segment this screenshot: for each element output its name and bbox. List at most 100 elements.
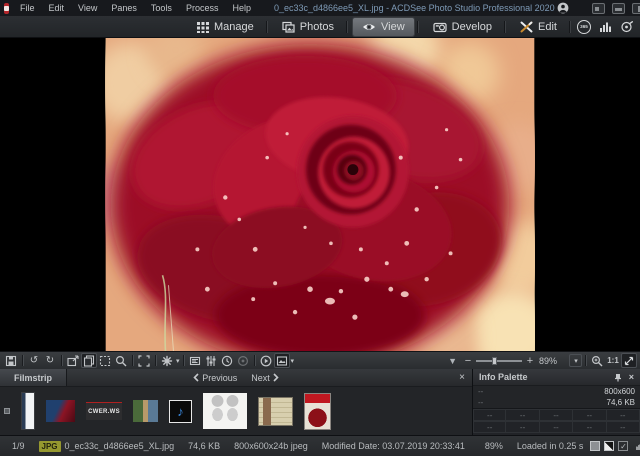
- copy-button[interactable]: [81, 353, 97, 368]
- info-cell[interactable]: --: [473, 421, 506, 433]
- fit-image-button[interactable]: [621, 353, 637, 368]
- properties-button[interactable]: [187, 353, 203, 368]
- next-button[interactable]: Next: [247, 373, 283, 383]
- chevron-right-icon: [273, 373, 279, 382]
- tab-develop[interactable]: Develop: [424, 18, 501, 36]
- pane-layout-bottom-button[interactable]: [612, 3, 625, 14]
- thumbnail-magazine[interactable]: [304, 393, 331, 430]
- previous-label: Previous: [202, 373, 237, 383]
- menu-edit[interactable]: Edit: [42, 0, 72, 16]
- thumbnail-handshake[interactable]: [203, 393, 247, 429]
- auto-advance-button[interactable]: [219, 353, 235, 368]
- effects-dropdown-caret[interactable]: ▾: [176, 357, 180, 365]
- external-editor-button[interactable]: [65, 353, 81, 368]
- slideshow-play-button[interactable]: [258, 353, 274, 368]
- thumbnail-screenshot[interactable]: [21, 392, 35, 430]
- info-palette-title: Info Palette: [479, 372, 528, 382]
- save-as-button[interactable]: [3, 353, 19, 368]
- thumbnail-rose-selected[interactable]: [4, 408, 10, 414]
- zoom-menu-button[interactable]: ▾: [569, 354, 582, 367]
- acdsee-365-button[interactable]: 365: [577, 20, 591, 34]
- info-dimensions-value: 800x600: [604, 387, 635, 396]
- zoom-out-button[interactable]: −: [463, 355, 473, 367]
- info-cell[interactable]: --: [573, 421, 606, 433]
- solid-background-toggle-icon[interactable]: [590, 441, 600, 451]
- thumbnail-music-note[interactable]: ♪: [169, 400, 192, 423]
- tab-view[interactable]: View: [353, 18, 414, 36]
- info-cell[interactable]: --: [607, 409, 640, 421]
- info-cell[interactable]: --: [540, 421, 573, 433]
- menu-tools[interactable]: Tools: [144, 0, 179, 16]
- marquee-select-button[interactable]: [97, 353, 113, 368]
- tab-manage[interactable]: Manage: [188, 18, 263, 36]
- pane-layout-right-button[interactable]: [632, 3, 640, 14]
- thumbnail-id-card[interactable]: [258, 397, 293, 426]
- account-icon[interactable]: [555, 2, 571, 14]
- dashboard-button[interactable]: [599, 21, 612, 33]
- zoom-in-button[interactable]: +: [525, 355, 535, 367]
- copy-pages-icon: [83, 355, 95, 367]
- zoom-tool-button[interactable]: [113, 353, 129, 368]
- filmstrip-thumbnails: CWER.WS ♪: [0, 387, 472, 435]
- rotate-left-button[interactable]: ↺: [26, 353, 42, 368]
- contrast-background-toggle-icon[interactable]: [604, 441, 614, 451]
- status-load-time: Loaded in 0.25 s: [510, 441, 591, 451]
- zoom-slider-handle[interactable]: [492, 357, 497, 365]
- menu-process[interactable]: Process: [179, 0, 226, 16]
- pane-bottom-icon: [615, 8, 622, 11]
- tab-photos[interactable]: Photos: [273, 18, 343, 36]
- info-cell[interactable]: --: [573, 409, 606, 421]
- menu-panes[interactable]: Panes: [104, 0, 144, 16]
- info-cell[interactable]: --: [506, 421, 539, 433]
- status-modified-date: Modified Date: 03.07.2019 20:33:41: [315, 441, 472, 451]
- zoom-presets-dropdown[interactable]: ▼: [448, 356, 457, 366]
- auto-slideshow-button[interactable]: [274, 353, 290, 368]
- status-position: 1/9: [5, 441, 32, 451]
- full-screen-button[interactable]: [136, 353, 152, 368]
- zoom-lock-button[interactable]: [589, 353, 605, 368]
- actual-size-button[interactable]: 1:1: [605, 353, 621, 368]
- sync-view-button[interactable]: [235, 353, 251, 368]
- info-cell[interactable]: --: [506, 409, 539, 421]
- eye-icon: [362, 21, 376, 33]
- chevron-left-icon: [193, 373, 199, 382]
- thumbnail-cwer-banner[interactable]: CWER.WS: [86, 402, 122, 420]
- status-zoom: 89%: [478, 441, 510, 451]
- filmstrip-panel: Filmstrip Previous Next ×: [0, 369, 472, 435]
- resize-grip-icon[interactable]: [636, 442, 640, 450]
- info-palette-panel: Info Palette × -- 800x600 -- 74,6 KB -- …: [472, 369, 640, 435]
- acdsee-app-icon[interactable]: [4, 3, 9, 14]
- sync-button[interactable]: [620, 21, 633, 33]
- effects-button[interactable]: [159, 353, 175, 368]
- thumbnail-collage[interactable]: [133, 400, 158, 422]
- toolbar-separator: [155, 355, 156, 366]
- filmstrip-tab[interactable]: Filmstrip: [0, 369, 67, 386]
- zoom-slider[interactable]: [476, 360, 522, 362]
- info-cell[interactable]: --: [540, 409, 573, 421]
- tab-edit[interactable]: Edit: [511, 18, 566, 36]
- pane-layout-left-button[interactable]: [592, 3, 605, 14]
- info-palette-close-button[interactable]: ×: [629, 372, 634, 382]
- info-cell[interactable]: --: [607, 421, 640, 433]
- toolbar-separator: [585, 355, 586, 366]
- menu-help[interactable]: Help: [225, 0, 258, 16]
- menu-file[interactable]: File: [13, 0, 42, 16]
- info-summary: -- 800x600 -- 74,6 KB: [473, 386, 640, 409]
- rotate-right-button[interactable]: ↻: [42, 353, 58, 368]
- checked-checkbox-icon[interactable]: ✓: [618, 441, 628, 451]
- filmstrip-close-button[interactable]: ×: [459, 372, 465, 383]
- pane-left-icon: [595, 7, 599, 11]
- menu-view[interactable]: View: [71, 0, 104, 16]
- pin-icon[interactable]: [614, 373, 622, 382]
- previous-button[interactable]: Previous: [189, 373, 241, 383]
- develop-settings-button[interactable]: [203, 353, 219, 368]
- info-cell[interactable]: --: [473, 409, 506, 421]
- image-viewer-canvas[interactable]: [0, 38, 640, 351]
- slideshow-dropdown-caret[interactable]: ▾: [291, 357, 295, 365]
- music-note-glyph: ♪: [177, 404, 184, 419]
- toolbar-separator: [132, 355, 133, 366]
- tab-manage-label: Manage: [214, 21, 254, 33]
- sync-circle-icon: [237, 355, 249, 367]
- thumbnail-poster[interactable]: [46, 400, 75, 422]
- tab-separator: [569, 21, 570, 33]
